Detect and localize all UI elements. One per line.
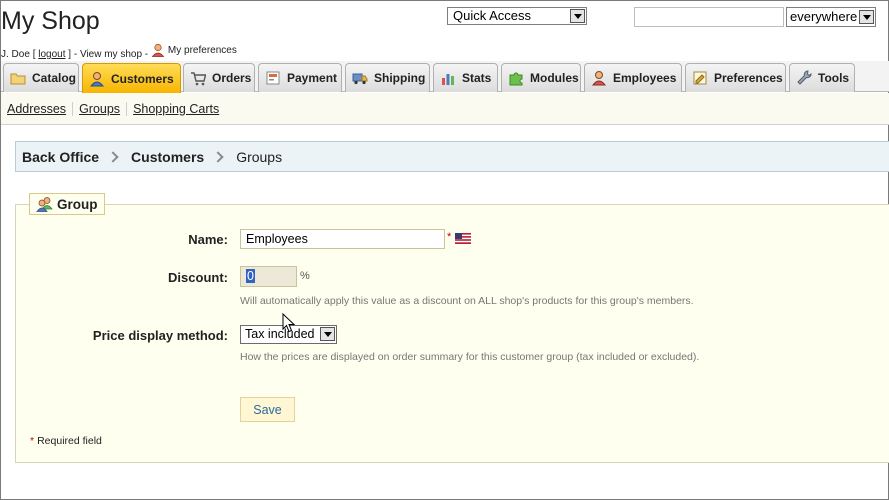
chevron-right-icon — [107, 150, 119, 163]
search-scope-value: everywhere — [790, 9, 858, 24]
search-scope-select[interactable]: everywhere — [786, 7, 876, 27]
subtabs: Addresses Groups Shopping Carts — [1, 93, 889, 125]
required-star: * — [447, 231, 452, 243]
percent-unit: % — [300, 270, 310, 282]
group-icon — [36, 197, 53, 212]
tab-orders[interactable]: Orders — [183, 63, 255, 92]
legend-label: Group — [57, 196, 98, 212]
tab-label: Modules — [530, 71, 579, 85]
name-input[interactable]: Employees — [240, 229, 445, 249]
fieldset-legend: Group — [29, 193, 105, 215]
tab-shipping[interactable]: Shipping — [345, 63, 430, 92]
subtab-shopping-carts[interactable]: Shopping Carts — [127, 102, 225, 116]
tab-customers[interactable]: Customers — [82, 63, 181, 93]
discount-label: Discount: — [168, 270, 228, 285]
flag-icon[interactable] — [455, 233, 471, 244]
chevron-down-icon — [570, 9, 585, 23]
employee-icon — [591, 71, 607, 86]
payment-icon — [266, 71, 280, 85]
breadcrumb-customers[interactable]: Customers — [131, 149, 204, 165]
main-tabs: Catalog Customers Orders Payment Shippin… — [1, 61, 889, 93]
chevron-down-icon — [859, 10, 874, 24]
bar-chart-icon — [442, 74, 454, 85]
tab-preferences[interactable]: Preferences — [685, 63, 786, 92]
truck-icon — [352, 73, 368, 85]
tab-label: Preferences — [714, 71, 783, 85]
subtab-addresses[interactable]: Addresses — [7, 101, 74, 116]
cart-icon — [191, 72, 206, 86]
tab-label: Tools — [818, 71, 850, 85]
required-field-label: Required field — [37, 435, 102, 447]
tab-modules[interactable]: Modules — [501, 63, 581, 92]
search-input[interactable] — [634, 7, 784, 27]
tab-label: Catalog — [32, 71, 77, 85]
required-star: * — [30, 435, 35, 447]
tab-label: Stats — [462, 71, 492, 85]
my-preferences-label: My preferences — [167, 44, 237, 56]
user-icon — [151, 43, 165, 57]
tab-payment[interactable]: Payment — [258, 63, 342, 92]
tab-tools[interactable]: Tools — [789, 63, 855, 92]
tab-label: Payment — [287, 71, 338, 85]
shop-title: My Shop — [1, 7, 100, 35]
view-shop-link[interactable]: View my shop — [80, 49, 142, 60]
chevron-right-icon — [212, 150, 224, 163]
breadcrumb-back-office[interactable]: Back Office — [22, 149, 99, 165]
folder-icon — [10, 73, 26, 85]
subtab-groups[interactable]: Groups — [73, 101, 128, 116]
tab-label: Customers — [111, 71, 174, 86]
save-button[interactable]: Save — [240, 397, 295, 422]
chevron-down-icon — [320, 327, 335, 341]
user-icon — [89, 71, 105, 86]
tab-label: Orders — [212, 71, 252, 85]
quick-access-value: Quick Access — [453, 8, 532, 23]
preferences-icon — [693, 71, 707, 85]
user-line: J. Doe [ logout ] - View my shop - My pr… — [1, 43, 237, 60]
breadcrumb-groups: Groups — [236, 148, 283, 165]
breadcrumb: Back Office Customers Groups — [15, 141, 889, 172]
discount-hint: Will automatically apply this value as a… — [240, 295, 694, 307]
mouse-cursor-icon — [282, 313, 296, 333]
discount-value: 0 — [246, 269, 255, 283]
tab-employees[interactable]: Employees — [584, 63, 682, 92]
puzzle-icon — [509, 72, 523, 86]
tab-stats[interactable]: Stats — [433, 63, 498, 92]
name-label: Name: — [188, 232, 228, 247]
tab-catalog[interactable]: Catalog — [3, 63, 79, 92]
user-name: J. Doe — [1, 49, 30, 60]
my-preferences-link[interactable]: My preferences — [151, 43, 237, 57]
wrench-icon — [797, 70, 812, 85]
logout-link[interactable]: logout — [38, 49, 65, 60]
price-display-value: Tax included — [245, 327, 315, 341]
tab-label: Employees — [613, 71, 677, 85]
tab-label: Shipping — [374, 71, 426, 85]
discount-input[interactable]: 0 — [240, 266, 297, 287]
price-display-label: Price display method: — [92, 328, 228, 343]
required-field-note: * Required field — [30, 435, 102, 447]
price-display-hint: How the prices are displayed on order su… — [240, 351, 700, 363]
quick-access-select[interactable]: Quick Access — [447, 7, 587, 25]
